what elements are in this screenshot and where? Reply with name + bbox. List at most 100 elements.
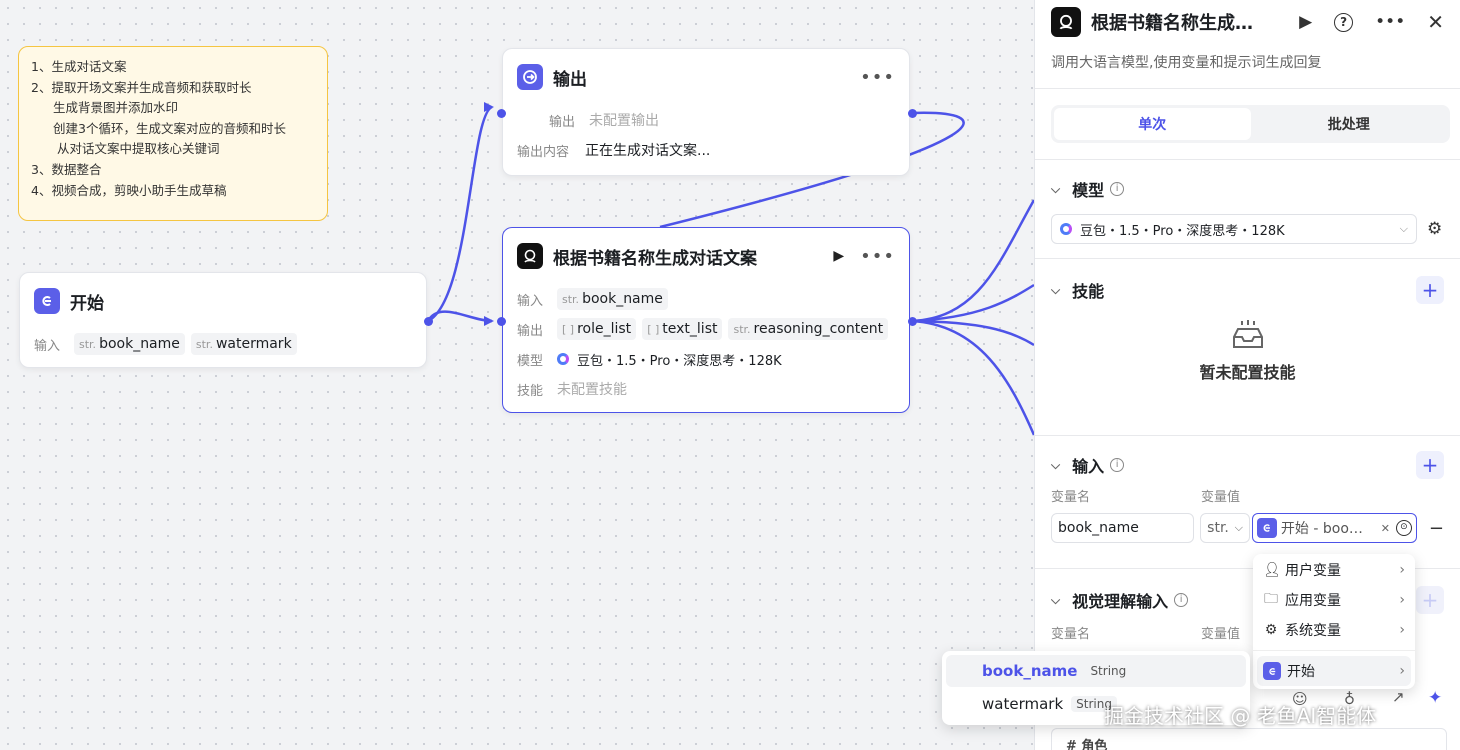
info-icon[interactable]: i: [1110, 458, 1125, 472]
variable-picker-icon[interactable]: ⊙: [1395, 520, 1412, 536]
output-node[interactable]: 输出 ••• 输出 未配置输出 输出内容 正在生成对话文案...: [497, 48, 917, 176]
remove-input-icon[interactable]: −: [1429, 518, 1444, 539]
param-tag: str. reasoning_content: [728, 318, 889, 340]
chevron-right-icon: ›: [1399, 663, 1405, 679]
menu-item-user-vars[interactable]: 👤︎ 用户变量 ›: [1253, 555, 1415, 585]
menu-item-app-vars[interactable]: 🗀 应用变量 ›: [1253, 585, 1415, 615]
model-selected: 豆包・1.5・Pro・深度思考・128K: [1080, 223, 1285, 239]
model-section: ⌵ 模型 i 豆包・1.5・Pro・深度思考・128K ⌵ ⚙: [1035, 160, 1460, 258]
chevron-down-icon: ⌵: [1399, 222, 1408, 235]
skills-empty-text: 暂未配置技能: [1199, 363, 1296, 382]
output-out-port[interactable]: [908, 109, 917, 118]
llm-node-title: 根据书籍名称生成对话文案: [553, 248, 757, 269]
param-tag: str. watermark: [190, 333, 297, 355]
tab-single[interactable]: 单次: [1054, 108, 1251, 140]
inputs-section: ⌵ 输入 i + 变量名 变量值 book_name str. ⌵ 开始 - b…: [1035, 436, 1460, 568]
edge-out-3: [911, 319, 1035, 347]
col-var-value: 变量值: [1201, 490, 1241, 505]
arrow-llm: [484, 316, 494, 326]
content-row: 输出内容 正在生成对话文案...: [503, 135, 909, 165]
chevron-right-icon: ›: [1399, 622, 1405, 638]
llm-in-port[interactable]: [497, 317, 506, 326]
output-node-icon: [517, 64, 543, 90]
user-icon: 👤︎: [1263, 562, 1281, 578]
col-var-name: 变量名: [1051, 627, 1091, 642]
chevron-down-icon[interactable]: ⌵: [1051, 458, 1060, 473]
skills-section: ⌵ 技能 + 暂未配置技能: [1035, 259, 1460, 435]
note-line: 从对话文案中提取核心关键词: [57, 141, 220, 157]
play-icon[interactable]: ▶: [1299, 12, 1312, 32]
note-line: 3、数据整合: [31, 161, 102, 177]
note-line: 2、提取开场文案并生成音频和获取时长: [31, 79, 252, 95]
variable-source-menu: 👤︎ 用户变量 › 🗀 应用变量 › ⚙ 系统变量 › 开始 ›: [1253, 554, 1415, 689]
input-label: 输入: [34, 338, 61, 354]
comment-note[interactable]: 1、生成对话文案 2、提取开场文案并生成音频和获取时长 生成背景图并添加水印 创…: [18, 46, 328, 221]
clear-icon[interactable]: ✕: [1381, 522, 1390, 535]
doubao-icon: [557, 353, 569, 365]
add-vision-button[interactable]: +: [1416, 586, 1444, 614]
var-type-select[interactable]: str. ⌵: [1200, 513, 1250, 543]
start-node-title: 开始: [70, 293, 104, 314]
chevron-down-icon[interactable]: ⌵: [1051, 593, 1060, 608]
sparkle-icon[interactable]: ✦: [1428, 688, 1442, 708]
add-input-button[interactable]: +: [1416, 451, 1444, 479]
settings-icon[interactable]: ⚙: [1427, 219, 1442, 239]
play-icon[interactable]: ▶: [833, 248, 844, 264]
edge-start-output: [427, 105, 493, 323]
start-node[interactable]: 开始 输入 str. book_name str. watermark: [19, 272, 433, 368]
skill-label: 技能: [517, 383, 544, 399]
output-node-title: 输出: [553, 69, 587, 90]
edge-out-2: [911, 283, 1035, 323]
chevron-right-icon: ›: [1399, 592, 1405, 608]
skill-empty-icon: [1232, 320, 1263, 348]
note-line: 生成背景图并添加水印: [53, 100, 179, 116]
var-ref-value: 开始 - boo…: [1280, 521, 1363, 537]
mode-switch: 单次 批处理: [1051, 105, 1450, 143]
llm-node-icon: [517, 243, 543, 269]
edge-out-1: [911, 199, 1036, 323]
menu-item-start[interactable]: 开始 ›: [1257, 656, 1411, 686]
expand-icon[interactable]: ↗: [1392, 688, 1405, 706]
var-ref-select[interactable]: 开始 - boo… ✕ ⊙: [1251, 513, 1417, 543]
info-icon[interactable]: i: [1110, 182, 1125, 196]
var-name-value: book_name: [1058, 520, 1139, 536]
content-label: 输出内容: [517, 144, 570, 160]
input-label: 输入: [517, 293, 544, 309]
edge-start-llm: [426, 310, 493, 323]
chevron-down-icon[interactable]: ⌵: [1051, 283, 1060, 298]
output-label: 输出: [517, 323, 544, 339]
var-name-input[interactable]: book_name: [1051, 513, 1195, 543]
more-icon[interactable]: •••: [860, 67, 895, 88]
help-icon[interactable]: ?: [1334, 12, 1354, 32]
output-in-port[interactable]: [497, 109, 506, 118]
llm-out-port[interactable]: [908, 317, 917, 326]
note-line: 4、视频合成，剪映小助手生成草稿: [31, 182, 227, 198]
model-heading: 模型: [1072, 181, 1105, 200]
add-skill-button[interactable]: +: [1416, 276, 1444, 304]
info-icon[interactable]: i: [1174, 593, 1189, 607]
submenu-item-book-name[interactable]: book_name String: [946, 655, 1246, 687]
tab-batch[interactable]: 批处理: [1251, 108, 1448, 140]
close-icon[interactable]: ✕: [1427, 10, 1444, 34]
more-icon[interactable]: •••: [1375, 12, 1405, 32]
chevron-down-icon[interactable]: ⌵: [1051, 182, 1060, 197]
var-type-value: str.: [1207, 520, 1229, 536]
llm-model-row: 模型 豆包・1.5・Pro・深度思考・128K: [503, 344, 909, 374]
chevron-down-icon: ⌵: [1234, 521, 1243, 534]
content-value: 正在生成对话文案...: [585, 143, 711, 159]
param-tag: str. book_name: [557, 288, 668, 310]
param-tag: [ ] role_list: [557, 318, 637, 340]
output-row: 输出 未配置输出: [503, 105, 909, 135]
llm-node[interactable]: 根据书籍名称生成对话文案 ▶ ••• 输入 str. book_name 输出 […: [497, 227, 917, 413]
inputs-heading: 输入: [1072, 457, 1105, 476]
more-icon[interactable]: •••: [860, 246, 895, 267]
col-var-value: 变量值: [1201, 627, 1241, 642]
start-out-port[interactable]: [424, 317, 433, 326]
model-label: 模型: [517, 353, 544, 369]
model-select[interactable]: 豆包・1.5・Pro・深度思考・128K ⌵: [1051, 214, 1417, 244]
start-node-icon: [1263, 662, 1281, 680]
col-var-name: 变量名: [1051, 490, 1091, 505]
arrow-output: [484, 102, 494, 112]
prompt-editor[interactable]: # 角色: [1051, 728, 1447, 750]
menu-item-system-vars[interactable]: ⚙ 系统变量 ›: [1253, 615, 1415, 645]
